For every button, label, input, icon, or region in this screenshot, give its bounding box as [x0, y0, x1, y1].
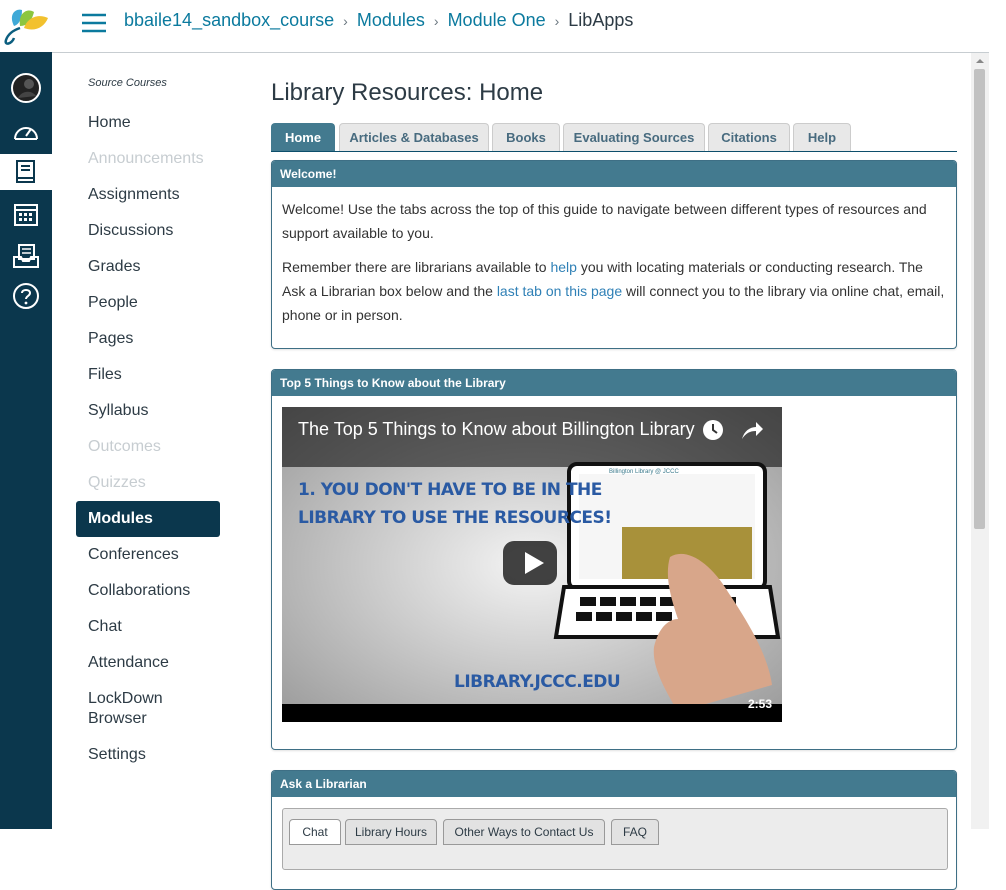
breadcrumb: bbaile14_sandbox_course › Modules › Modu… [124, 10, 633, 31]
tab-citations[interactable]: Citations [708, 123, 790, 151]
course-nav-quizzes[interactable]: Quizzes [88, 473, 146, 493]
breadcrumb-modules[interactable]: Modules [357, 10, 425, 31]
ask-tab-faq[interactable]: FAQ [611, 819, 659, 845]
course-nav-modules[interactable]: Modules [76, 501, 220, 537]
guide-tabs: Home Articles & Databases Books Evaluati… [271, 123, 957, 152]
share-icon[interactable] [740, 419, 764, 441]
course-nav-announcements[interactable]: Announcements [88, 149, 204, 169]
welcome-box-body: Welcome! Use the tabs across the top of … [272, 187, 956, 347]
course-nav-label: Source Courses [88, 77, 167, 89]
courses-icon[interactable] [0, 154, 52, 190]
page-scrollbar[interactable] [971, 53, 989, 829]
course-nav-conferences[interactable]: Conferences [88, 545, 179, 565]
course-nav-home[interactable]: Home [88, 113, 131, 133]
breadcrumb-course[interactable]: bbaile14_sandbox_course [124, 10, 334, 31]
dashboard-icon[interactable] [6, 113, 46, 149]
tab-books[interactable]: Books [492, 123, 560, 151]
chevron-right-icon: › [433, 12, 439, 29]
ask-librarian-box: Ask a Librarian Chat Library Hours Other… [271, 770, 957, 890]
logo-icon[interactable] [0, 0, 52, 52]
ask-tab-contact[interactable]: Other Ways to Contact Us [443, 819, 605, 845]
welcome-paragraph-2: Remember there are librarians available … [282, 255, 946, 327]
video-player[interactable]: The Top 5 Things to Know about Billingto… [282, 407, 782, 722]
tab-help[interactable]: Help [793, 123, 851, 151]
top5-box: Top 5 Things to Know about the Library T… [271, 369, 957, 750]
tab-home[interactable]: Home [271, 123, 335, 151]
course-nav-chat[interactable]: Chat [88, 617, 122, 637]
hamburger-icon[interactable] [80, 12, 108, 34]
top5-box-header: Top 5 Things to Know about the Library [272, 370, 956, 396]
course-nav-pages[interactable]: Pages [88, 329, 133, 349]
course-nav-syllabus[interactable]: Syllabus [88, 401, 148, 421]
video-caption-line-2: LIBRARY TO USE THE RESOURCES! [298, 508, 612, 528]
video-url-text: LIBRARY.JCCC.EDU [454, 672, 621, 692]
tab-evaluating-sources[interactable]: Evaluating Sources [563, 123, 705, 151]
scrollbar-thumb[interactable] [974, 69, 985, 529]
ask-tab-chat[interactable]: Chat [289, 819, 341, 845]
breadcrumb-module-one[interactable]: Module One [448, 10, 546, 31]
chevron-right-icon: › [343, 12, 348, 29]
course-nav-outcomes[interactable]: Outcomes [88, 437, 161, 457]
welcome-paragraph-1: Welcome! Use the tabs across the top of … [282, 201, 927, 241]
course-nav-lockdown-browser[interactable]: LockDown Browser [88, 689, 178, 729]
page-title: Library Resources: Home [271, 79, 544, 106]
course-nav-attendance[interactable]: Attendance [88, 653, 169, 673]
course-nav-settings[interactable]: Settings [88, 745, 146, 765]
last-tab-link[interactable]: last tab on this page [497, 283, 622, 299]
video-title[interactable]: The Top 5 Things to Know about Billingto… [298, 419, 695, 440]
inbox-icon[interactable] [6, 238, 46, 274]
calendar-icon[interactable] [6, 196, 46, 232]
course-nav-files[interactable]: Files [88, 365, 122, 385]
welcome-box: Welcome! Welcome! Use the tabs across th… [271, 160, 957, 349]
video-caption-line-1: 1. YOU DON'T HAVE TO BE IN THE [298, 480, 602, 500]
clock-icon[interactable] [702, 419, 724, 441]
tab-articles-databases[interactable]: Articles & Databases [339, 123, 489, 151]
ask-tab-hours[interactable]: Library Hours [345, 819, 437, 845]
help-icon[interactable] [6, 278, 46, 314]
course-nav-grades[interactable]: Grades [88, 257, 140, 277]
ask-widget: Chat Library Hours Other Ways to Contact… [282, 808, 948, 870]
help-link[interactable]: help [550, 259, 576, 275]
ask-librarian-header: Ask a Librarian [272, 771, 956, 797]
account-avatar-icon[interactable] [6, 70, 46, 106]
welcome-text: Remember there are librarians available … [282, 259, 551, 275]
video-screen-title: Billington Library @ JCCC [609, 469, 679, 475]
course-nav-discussions[interactable]: Discussions [88, 221, 173, 241]
video-duration: 2:53 [747, 697, 772, 711]
scroll-up-icon[interactable] [971, 55, 989, 67]
course-nav-collaborations[interactable]: Collaborations [88, 581, 190, 601]
breadcrumb-current: LibApps [568, 10, 634, 30]
welcome-box-header: Welcome! [272, 161, 956, 187]
chevron-right-icon: › [554, 12, 560, 29]
course-nav-people[interactable]: People [88, 293, 138, 313]
course-nav-assignments[interactable]: Assignments [88, 185, 180, 205]
top-bar: bbaile14_sandbox_course › Modules › Modu… [52, 0, 989, 53]
global-nav [0, 0, 52, 829]
